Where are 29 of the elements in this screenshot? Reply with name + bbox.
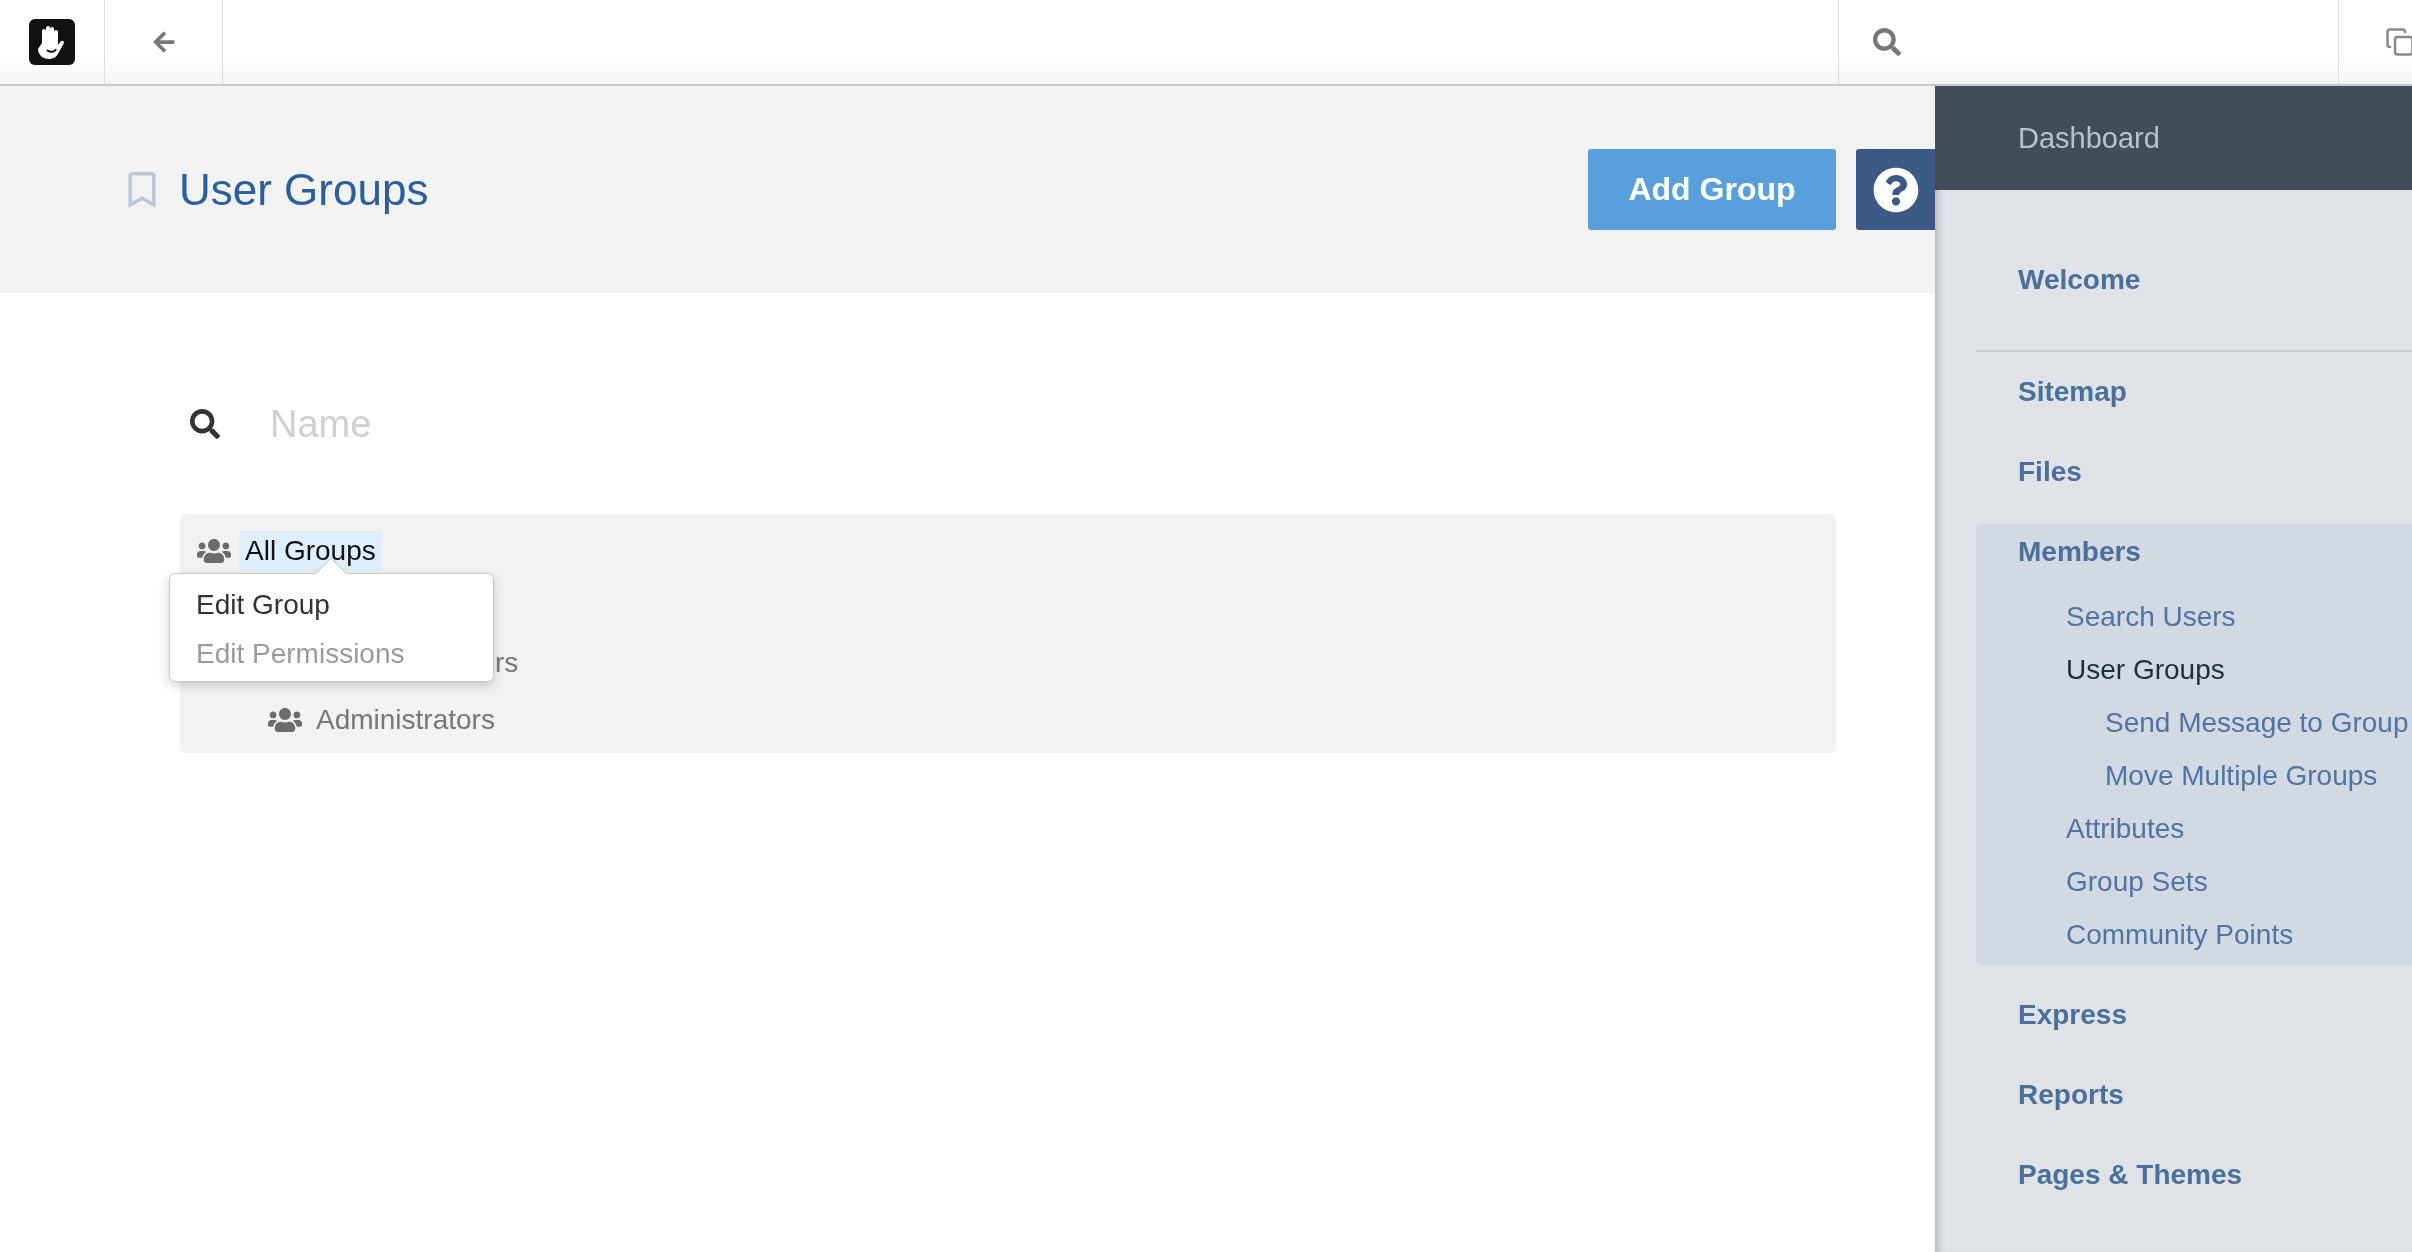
sidebar-item[interactable]: Reports: [1935, 1055, 2412, 1135]
copy-icon[interactable]: [2385, 27, 2412, 57]
users-icon: [197, 537, 231, 565]
sidebar-item[interactable]: Members: [1976, 524, 2412, 580]
hand-logo-icon[interactable]: [29, 19, 75, 65]
back-arrow-icon[interactable]: [151, 30, 176, 54]
sidebar-item[interactable]: Send Message to Group: [2105, 696, 2412, 749]
sidebar-item[interactable]: Attributes: [2066, 802, 2412, 855]
help-icon: [1872, 166, 1919, 213]
sidebar-item[interactable]: Welcome: [1935, 240, 2412, 320]
search-icon: [190, 409, 220, 439]
sidebar-item[interactable]: Express: [1935, 975, 2412, 1055]
menu-item[interactable]: Edit Group: [170, 580, 493, 629]
sidebar-item[interactable]: Move Multiple Groups: [2105, 749, 2412, 802]
sidebar-item[interactable]: Group Sets: [2066, 855, 2412, 908]
sidebar-item[interactable]: User Groups: [2066, 643, 2412, 696]
sidebar-item[interactable]: Files: [1935, 432, 2412, 512]
sidebar-item[interactable]: Sitemap: [1935, 352, 2412, 432]
tree-item[interactable]: All Groups: [239, 531, 382, 571]
sidebar-item[interactable]: Pages & Themes: [1935, 1135, 2412, 1215]
users-icon: [268, 706, 302, 734]
sidebar-title[interactable]: Dashboard: [1935, 86, 2412, 190]
tree-item[interactable]: Administrators: [310, 700, 501, 740]
page-title: User Groups: [179, 164, 429, 215]
sidebar-item[interactable]: Search Users: [2066, 590, 2412, 643]
search-icon[interactable]: [1873, 28, 1901, 56]
help-button[interactable]: [1856, 149, 1935, 230]
sidebar-item[interactable]: Community Points: [2066, 908, 2412, 961]
add-group-button[interactable]: Add Group: [1588, 149, 1836, 230]
